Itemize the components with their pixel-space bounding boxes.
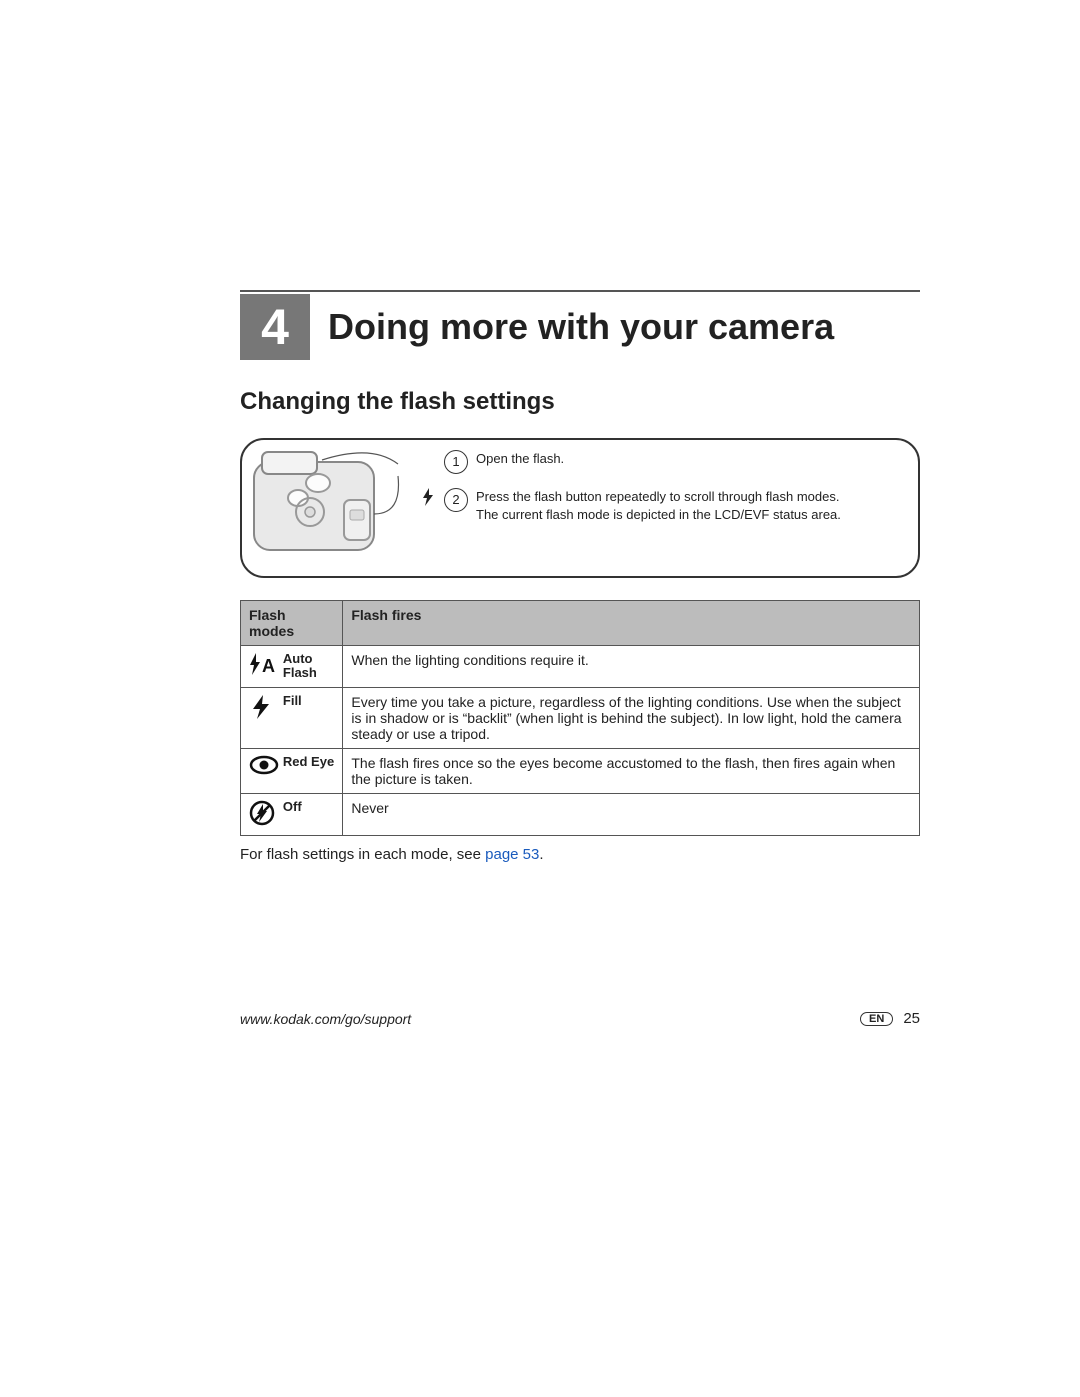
table-row: Fill Every time you take a picture, rega… bbox=[241, 687, 920, 748]
mode-off-fires: Never bbox=[343, 793, 920, 835]
page-53-link[interactable]: page 53 bbox=[485, 846, 539, 863]
step-2-text: Press the flash button repeatedly to scr… bbox=[476, 488, 900, 524]
mode-fill: Fill bbox=[241, 687, 343, 748]
mode-redeye-fires: The flash fires once so the eyes become … bbox=[343, 748, 920, 793]
chapter-heading: 4 Doing more with your camera bbox=[240, 290, 920, 360]
mode-redeye: Red Eye bbox=[241, 748, 343, 793]
note-suffix: . bbox=[539, 846, 543, 863]
chapter-title: Doing more with your camera bbox=[310, 294, 834, 360]
mode-off-label: Off bbox=[283, 800, 302, 814]
camera-illustration bbox=[252, 450, 402, 560]
mode-auto-fires: When the lighting conditions require it. bbox=[343, 646, 920, 688]
cross-ref-note: For flash settings in each mode, see pag… bbox=[240, 846, 920, 863]
fill-flash-icon bbox=[249, 694, 279, 723]
instruction-steps: 1 Open the flash. 2 Press the flash butt… bbox=[420, 450, 900, 538]
step-2-line1: Press the flash button repeatedly to scr… bbox=[476, 489, 839, 504]
table-row: Off Never bbox=[241, 793, 920, 835]
table-header-row: Flash modes Flash fires bbox=[241, 601, 920, 646]
instruction-callout: 1 Open the flash. 2 Press the flash butt… bbox=[240, 438, 920, 578]
flash-modes-table: Flash modes Flash fires A AutoFlash bbox=[240, 600, 920, 836]
section-title: Changing the flash settings bbox=[240, 388, 920, 416]
step-2: 2 Press the flash button repeatedly to s… bbox=[420, 488, 900, 524]
svg-text:A: A bbox=[262, 656, 275, 676]
col-header-modes: Flash modes bbox=[241, 601, 343, 646]
mode-off: Off bbox=[241, 793, 343, 835]
table-row: A AutoFlash When the lighting conditions… bbox=[241, 646, 920, 688]
step-number-1: 1 bbox=[444, 450, 468, 474]
flash-icon bbox=[420, 488, 436, 506]
step-1: 1 Open the flash. bbox=[420, 450, 900, 474]
flash-off-icon bbox=[249, 800, 279, 829]
step-1-text: Open the flash. bbox=[476, 450, 900, 468]
chapter-number-badge: 4 bbox=[240, 294, 310, 360]
mode-fill-fires: Every time you take a picture, regardles… bbox=[343, 687, 920, 748]
step-number-2: 2 bbox=[444, 488, 468, 512]
mode-fill-label: Fill bbox=[283, 694, 302, 708]
auto-flash-icon: A bbox=[249, 652, 279, 679]
step-2-line2: The current flash mode is depicted in th… bbox=[476, 507, 841, 522]
redeye-icon bbox=[249, 755, 279, 778]
mode-auto: A AutoFlash bbox=[241, 646, 343, 688]
col-header-fires: Flash fires bbox=[343, 601, 920, 646]
manual-page: 4 Doing more with your camera Changing t… bbox=[0, 0, 1080, 1397]
mode-auto-label: AutoFlash bbox=[283, 652, 317, 681]
language-badge: EN bbox=[860, 1012, 893, 1026]
mode-redeye-label: Red Eye bbox=[283, 755, 334, 769]
table-row: Red Eye The flash fires once so the eyes… bbox=[241, 748, 920, 793]
support-url[interactable]: www.kodak.com/go/support bbox=[240, 1011, 411, 1027]
page-number: 25 bbox=[903, 1010, 920, 1027]
note-prefix: For flash settings in each mode, see bbox=[240, 846, 485, 863]
page-footer: www.kodak.com/go/support EN 25 bbox=[240, 1010, 920, 1027]
